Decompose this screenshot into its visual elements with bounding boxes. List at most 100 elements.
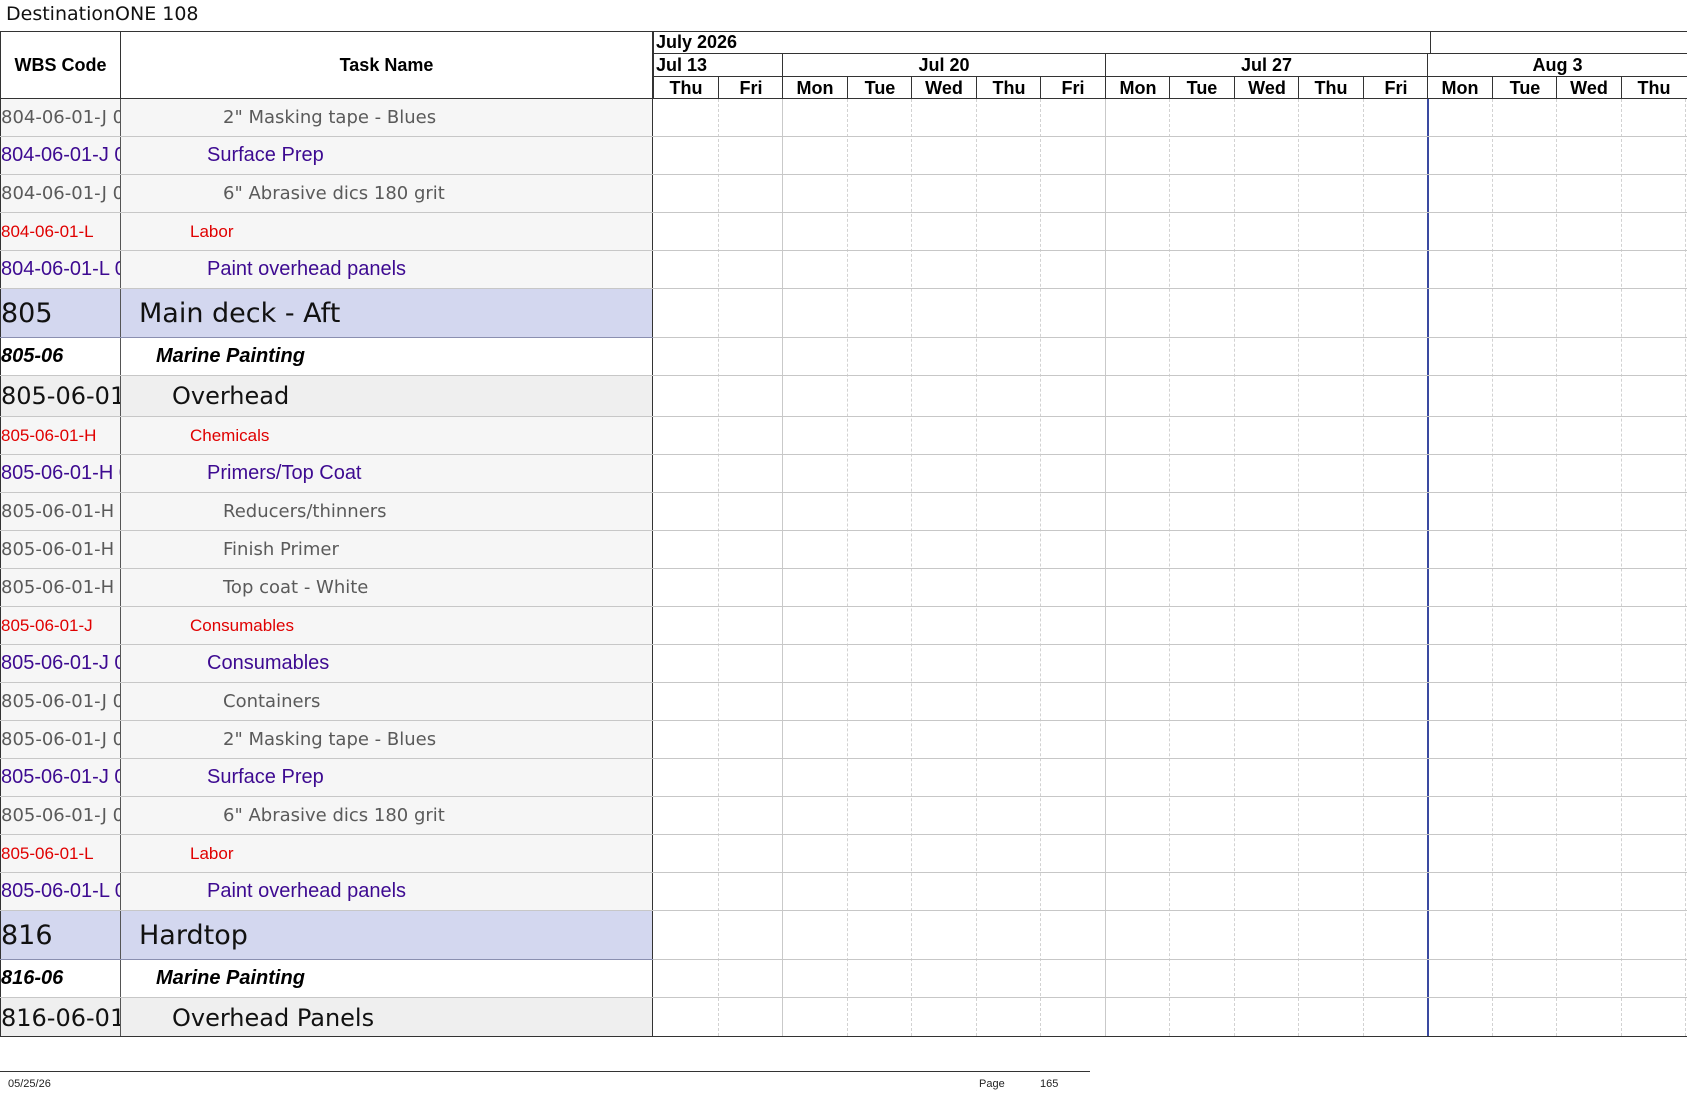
task-name-cell[interactable]: Marine Painting — [121, 960, 653, 997]
wbs-code-cell[interactable]: 805-06-01-J 0 — [0, 759, 121, 796]
table-row[interactable]: 804-06-01-J 0 Surface Prep — [0, 137, 653, 175]
wbs-code-cell[interactable]: 805-06-01-J 01 — [0, 721, 121, 758]
wbs-code-cell[interactable]: 805-06-01-L 0 — [0, 873, 121, 910]
wbs-code-cell[interactable]: 804-06-01-J 02 — [0, 175, 121, 212]
task-name-cell[interactable]: Overhead Panels — [121, 998, 653, 1036]
task-name-cell[interactable]: 6" Abrasive dics 180 grit — [121, 175, 653, 212]
day-header: Fri — [1363, 77, 1428, 99]
table-row[interactable]: 805-06-01-L Labor — [0, 835, 653, 873]
wbs-code-cell[interactable]: 816-06 — [0, 960, 121, 997]
wbs-code-cell[interactable]: 805 — [0, 289, 121, 337]
task-name-cell[interactable]: Surface Prep — [121, 137, 653, 174]
wbs-code-cell[interactable]: 804-06-01-J 0 — [0, 137, 121, 174]
task-name-cell[interactable]: Reducers/thinners — [121, 493, 653, 530]
day-header: Tue — [1492, 77, 1557, 99]
table-row[interactable]: 804-06-01-J 026" Abrasive dics 180 grit — [0, 175, 653, 213]
gantt-timeline: July 2026 Jul 13 Jul 20 Jul 27 Aug 3 Thu Fri Mo… — [653, 32, 1687, 1036]
task-name-cell[interactable]: Containers — [121, 683, 653, 720]
task-name-cell[interactable]: Consumables — [121, 645, 653, 682]
week-header-row: Jul 13 Jul 20 Jul 27 Aug 3 — [653, 54, 1687, 77]
wbs-code-cell[interactable]: 804-06-01-J 01 — [0, 99, 121, 136]
table-row[interactable]: 805-06-01-J 0 Surface Prep — [0, 759, 653, 797]
wbs-code-cell[interactable]: 805-06-01 — [0, 376, 121, 416]
task-name-cell[interactable]: Primers/Top Coat — [121, 455, 653, 492]
row-grid-line — [653, 337, 1687, 338]
task-name-cell[interactable]: Main deck - Aft — [121, 289, 653, 337]
wbs-code-cell[interactable]: 804-06-01-L 0 — [0, 251, 121, 288]
day-header: Thu — [1621, 77, 1686, 99]
task-name-cell[interactable]: Paint overhead panels — [121, 873, 653, 910]
table-row[interactable]: 805-06-01-H Chemicals — [0, 417, 653, 455]
table-row[interactable]: 805-06-01-H 01Reducers/thinners — [0, 493, 653, 531]
page-title: DestinationONE 108 — [6, 3, 199, 25]
table-row[interactable]: 805-06-01-H 01Finish Primer — [0, 531, 653, 569]
row-grid-line — [653, 682, 1687, 683]
task-name-cell[interactable]: Top coat - White — [121, 569, 653, 606]
wbs-code-cell[interactable]: 816 — [0, 911, 121, 959]
table-row[interactable]: 805-06-01-J Consumables — [0, 607, 653, 645]
table-row[interactable]: 804-06-01-L 0 Paint overhead panels — [0, 251, 653, 289]
task-name-column-header[interactable]: Task Name — [121, 32, 653, 99]
wbs-code-cell[interactable]: 805-06-01-J 01 — [0, 683, 121, 720]
wbs-code-cell[interactable]: 805-06 — [0, 338, 121, 375]
day-header: Wed — [1234, 77, 1299, 99]
task-name-cell[interactable]: Surface Prep — [121, 759, 653, 796]
day-header-row: Thu Fri Mon Tue Wed Thu Fri Mon Tue Wed Thu Fri Mon T… — [653, 77, 1687, 99]
page-label: Page — [979, 1078, 1005, 1090]
table-row[interactable]: 816 Hardtop — [0, 911, 653, 960]
row-grid-line — [653, 606, 1687, 607]
wbs-code-column-header[interactable]: WBS Code — [0, 32, 121, 99]
wbs-code-cell[interactable]: 805-06-01-J 02 — [0, 797, 121, 834]
task-name-cell[interactable]: Labor — [121, 835, 653, 872]
table-row[interactable]: 805-06-01-J 012" Masking tape - Blues — [0, 721, 653, 759]
table-row[interactable]: 805 Main deck - Aft — [0, 289, 653, 338]
row-grid-line — [653, 834, 1687, 835]
wbs-code-cell[interactable]: 805-06-01-J 0 — [0, 645, 121, 682]
table-row[interactable]: 804-06-01-L Labor — [0, 213, 653, 251]
table-row[interactable]: 805-06-01-J 01Containers — [0, 683, 653, 721]
wbs-code-cell[interactable]: 805-06-01-J — [0, 607, 121, 644]
row-grid-line — [653, 375, 1687, 376]
wbs-code-cell[interactable]: 805-06-01-H 01 — [0, 531, 121, 568]
table-row[interactable]: 805-06-01 Overhead — [0, 376, 653, 417]
task-name-cell[interactable]: Overhead — [121, 376, 653, 416]
task-name-cell[interactable]: 2" Masking tape - Blues — [121, 721, 653, 758]
wbs-code-cell[interactable]: 804-06-01-L — [0, 213, 121, 250]
task-name-cell[interactable]: Chemicals — [121, 417, 653, 454]
task-name-cell[interactable]: Paint overhead panels — [121, 251, 653, 288]
row-grid-line — [653, 454, 1687, 455]
wbs-code-cell[interactable]: 805-06-01-H 01 — [0, 493, 121, 530]
week-header: Jul 13 — [653, 54, 782, 76]
table-row[interactable]: 805-06-01-H 01Top coat - White — [0, 569, 653, 607]
table-row[interactable]: 804-06-01-J 012" Masking tape - Blues — [0, 99, 653, 137]
table-row[interactable]: 805-06-01-H 0 Primers/Top Coat — [0, 455, 653, 493]
row-grid-line — [653, 288, 1687, 289]
table-row[interactable]: 805-06-01-J 0 Consumables — [0, 645, 653, 683]
table-row[interactable]: 805-06-01-L 0 Paint overhead panels — [0, 873, 653, 911]
task-name-cell[interactable]: Marine Painting — [121, 338, 653, 375]
row-grid-line — [653, 758, 1687, 759]
task-name-cell[interactable]: Labor — [121, 213, 653, 250]
day-header: Thu — [653, 77, 718, 99]
day-header: Tue — [847, 77, 912, 99]
wbs-code-cell[interactable]: 805-06-01-H — [0, 417, 121, 454]
row-grid-line — [653, 872, 1687, 873]
task-name-cell[interactable]: Consumables — [121, 607, 653, 644]
wbs-code-cell[interactable]: 816-06-01 — [0, 998, 121, 1036]
task-name-cell[interactable]: 2" Masking tape - Blues — [121, 99, 653, 136]
wbs-code-cell[interactable]: 805-06-01-L — [0, 835, 121, 872]
task-name-cell[interactable]: Hardtop — [121, 911, 653, 959]
day-header: Thu — [1298, 77, 1363, 99]
row-grid-line — [653, 530, 1687, 531]
wbs-code-cell[interactable]: 805-06-01-H 0 — [0, 455, 121, 492]
day-header: Tue — [1169, 77, 1234, 99]
table-row[interactable]: 805-06 Marine Painting — [0, 338, 653, 376]
table-row[interactable]: 816-06 Marine Painting — [0, 960, 653, 998]
task-name-cell[interactable]: 6" Abrasive dics 180 grit — [121, 797, 653, 834]
week-header: Aug 3 — [1427, 54, 1687, 76]
table-row[interactable]: 816-06-01 Overhead Panels — [0, 998, 653, 1036]
row-grid-line — [653, 416, 1687, 417]
table-row[interactable]: 805-06-01-J 026" Abrasive dics 180 grit — [0, 797, 653, 835]
task-name-cell[interactable]: Finish Primer — [121, 531, 653, 568]
wbs-code-cell[interactable]: 805-06-01-H 01 — [0, 569, 121, 606]
